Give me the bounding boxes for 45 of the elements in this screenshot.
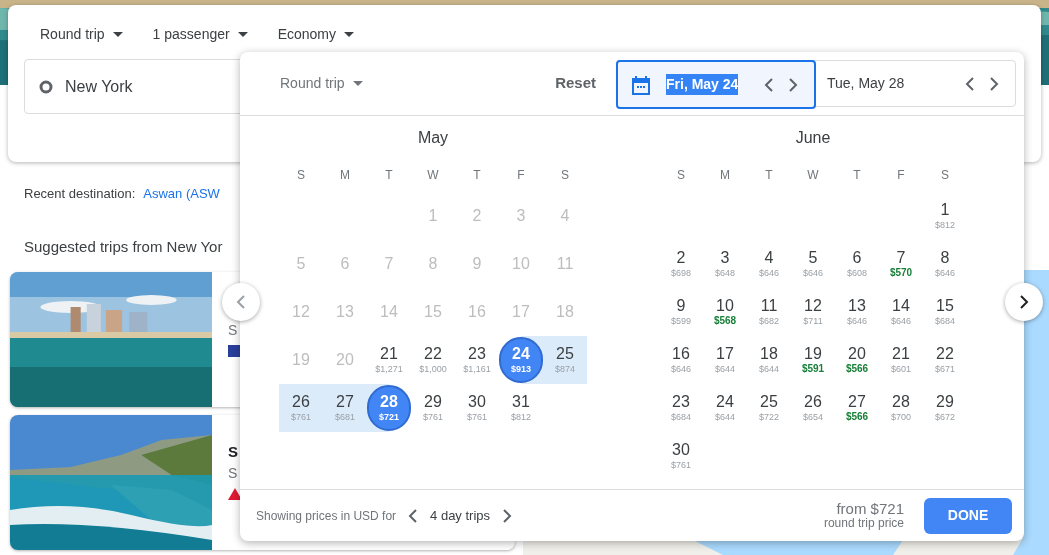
calendar-day: 13 (323, 289, 367, 335)
calendar-day: 11 (543, 241, 587, 287)
calendar-day: 7 (367, 241, 411, 287)
weekday-label: S (560, 167, 570, 184)
calendar-day: 12 (279, 289, 323, 335)
weekday-label: W (426, 167, 440, 184)
weekday-label: S (940, 167, 950, 184)
calendar-day: 8 (411, 241, 455, 287)
weekday-label: M (339, 167, 351, 184)
weekday-label: S (296, 167, 306, 184)
weekday-label: F (896, 167, 906, 184)
month-title: June (794, 128, 832, 148)
trip-duration: 4 day trips (430, 506, 491, 525)
weekday-label: S (676, 167, 686, 184)
card-title: S (228, 442, 238, 461)
price-note: round trip price (823, 515, 904, 531)
weekday-label: T (472, 167, 482, 184)
calendar-day: 6 (323, 241, 367, 287)
weekday-label: W (806, 167, 820, 184)
card-subtitle: S (228, 464, 238, 483)
calendar-day: 10 (499, 241, 543, 287)
weekday-label: T (852, 167, 862, 184)
price-summary: from $721 (836, 500, 904, 516)
weekday-label: T (384, 167, 394, 184)
calendar-day: 19 (279, 337, 323, 383)
weekday-label: T (764, 167, 774, 184)
calendar-day: 20 (323, 337, 367, 383)
calendar-day: 2 (455, 193, 499, 239)
calendar-day: 15 (411, 289, 455, 335)
calendar-day: 17 (499, 289, 543, 335)
month-title: May (416, 128, 450, 148)
footer-label: Showing prices in USD for (256, 507, 397, 525)
calendar-day: 16 (455, 289, 499, 335)
calendar-day: 4 (543, 193, 587, 239)
calendar-day: 3 (499, 193, 543, 239)
card-subtitle: S (228, 321, 238, 340)
calendar-day: 18 (543, 289, 587, 335)
calendar-day: 1 (411, 193, 455, 239)
calendar-day: 14 (367, 289, 411, 335)
weekday-label: M (719, 167, 731, 184)
calendar-day: 5 (279, 241, 323, 287)
recent-label: Recent destination: (24, 185, 136, 203)
weekday-label: F (516, 167, 526, 184)
section-heading: Suggested trips from New Yor (23, 236, 224, 257)
calendar-day: 9 (455, 241, 499, 287)
